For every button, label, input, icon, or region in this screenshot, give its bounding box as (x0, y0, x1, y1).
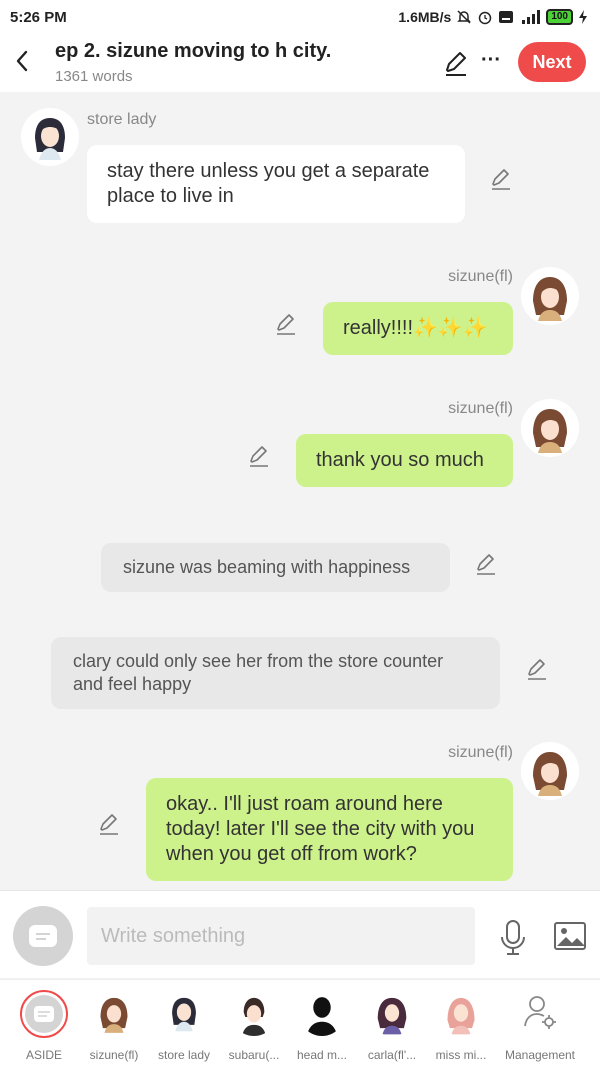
episode-header: ep 2. sizune moving to h city. 1361 word… (0, 34, 600, 92)
character-subaru[interactable]: subaru(... (217, 990, 291, 1062)
sizune-avatar[interactable] (521, 267, 579, 325)
microphone-icon (501, 920, 525, 955)
volte-icon (498, 9, 514, 25)
alarm-icon (477, 9, 493, 25)
pencil-icon (492, 169, 510, 190)
character-miss-mi[interactable]: miss mi... (424, 990, 498, 1062)
aside-icon (20, 990, 68, 1038)
edit-message-button[interactable] (525, 657, 549, 681)
management-button[interactable]: Management (500, 990, 580, 1062)
edit-message-button[interactable] (97, 812, 121, 836)
sizune-avatar[interactable] (521, 742, 579, 800)
edit-message-button[interactable] (247, 444, 271, 468)
image-icon (554, 922, 586, 950)
character-store-lady[interactable]: store lady (147, 990, 221, 1062)
character-aside[interactable]: ASIDE (7, 990, 81, 1062)
character-head-m[interactable]: head m... (285, 990, 359, 1062)
subaru-avatar (231, 990, 277, 1036)
page-title: ep 2. sizune moving to h city. (55, 40, 332, 62)
signal-icon (519, 9, 541, 25)
character-label: store lady (157, 1048, 211, 1062)
character-sizune[interactable]: sizune(fl) (77, 990, 151, 1062)
chat-area[interactable]: store lady stay there unless you get a s… (0, 92, 600, 890)
edit-message-button[interactable] (489, 167, 513, 191)
character-label: ASIDE (25, 1048, 62, 1062)
aside-toggle-button[interactable] (13, 906, 73, 966)
message-bubble[interactable]: okay.. I'll just roam around here today!… (146, 778, 513, 881)
narration-bubble[interactable]: sizune was beaming with happiness (101, 543, 450, 592)
message-input[interactable] (87, 907, 475, 965)
character-label: sizune(fl) (89, 1048, 139, 1062)
message-bubble[interactable]: stay there unless you get a separate pla… (87, 145, 465, 223)
character-label: head m... (296, 1048, 348, 1062)
speaker-name: store lady (87, 111, 157, 128)
pencil-icon (100, 814, 118, 835)
pencil-icon (477, 554, 495, 575)
carla-avatar (369, 990, 415, 1036)
character-label: subaru(... (228, 1048, 280, 1062)
silhouette-avatar (299, 990, 345, 1036)
sizune-avatar[interactable] (521, 399, 579, 457)
speaker-name: sizune(fl) (448, 744, 513, 761)
character-label: Management (504, 1048, 576, 1062)
edit-message-button[interactable] (274, 312, 298, 336)
mute-bell-icon (456, 9, 472, 25)
network-speed: 1.6MB/s (398, 9, 452, 25)
aside-icon (29, 925, 57, 947)
character-label: miss mi... (435, 1048, 487, 1062)
chevron-left-icon (16, 50, 28, 72)
message-bubble[interactable]: thank you so much (296, 434, 513, 487)
battery-icon: 100 (546, 9, 573, 25)
speaker-name: sizune(fl) (448, 400, 513, 417)
store-lady-avatar[interactable] (21, 108, 79, 166)
status-bar: 5:26 PM 1.6MB/s 100 (0, 0, 600, 34)
character-bar: ASIDE sizune(fl) store lady subaru(... h… (0, 979, 600, 1067)
input-bar (0, 890, 600, 978)
edit-message-button[interactable] (474, 552, 498, 576)
narration-bubble[interactable]: clary could only see her from the store … (51, 637, 500, 709)
back-button[interactable] (8, 44, 36, 78)
speaker-name: sizune(fl) (448, 268, 513, 285)
miss-mi-avatar (438, 990, 484, 1036)
management-icon (517, 990, 563, 1036)
message-bubble[interactable]: really!!!!✨✨✨ (323, 302, 513, 355)
voice-input-button[interactable] (498, 919, 528, 957)
more-options-button[interactable]: ··· (478, 48, 504, 76)
status-time: 5:26 PM (10, 8, 67, 26)
pencil-icon (528, 659, 546, 680)
status-icons: 1.6MB/s 100 (398, 9, 588, 25)
sizune-avatar (91, 990, 137, 1036)
word-count: 1361 words (55, 68, 133, 85)
character-label: carla(fl'... (367, 1048, 417, 1062)
insert-image-button[interactable] (553, 921, 587, 951)
character-carla[interactable]: carla(fl'... (355, 990, 429, 1062)
edit-title-button[interactable] (442, 50, 470, 78)
pencil-icon (446, 52, 466, 76)
store-lady-avatar (161, 990, 207, 1036)
next-button[interactable]: Next (518, 42, 586, 82)
pencil-icon (277, 314, 295, 335)
charging-icon (578, 9, 588, 25)
pencil-icon (250, 446, 268, 467)
